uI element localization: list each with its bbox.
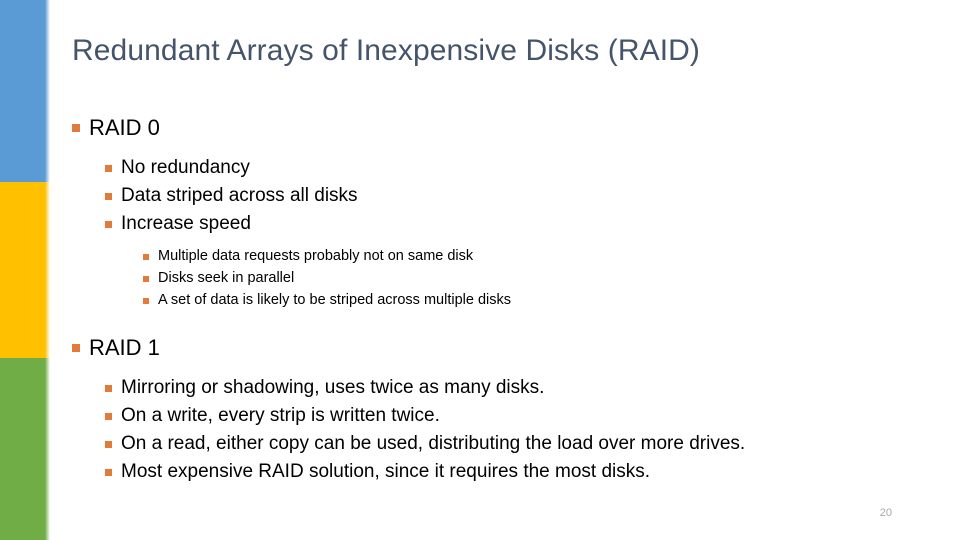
square-bullet-icon: [143, 276, 149, 282]
bullet-label: RAID 1: [89, 335, 160, 360]
bullet-raid0-subpoint-2: A set of data is likely to be striped ac…: [143, 290, 932, 311]
square-bullet-icon: [105, 165, 112, 172]
square-bullet-icon: [105, 413, 112, 420]
bullet-raid1-point-0: Mirroring or shadowing, uses twice as ma…: [105, 374, 932, 402]
bullet-label: A set of data is likely to be striped ac…: [158, 292, 511, 308]
bullet-label: Multiple data requests probably not on s…: [158, 248, 474, 264]
bullet-raid0-subpoint-0: Multiple data requests probably not on s…: [143, 246, 932, 267]
sidebar-green-segment: [0, 358, 50, 540]
bullet-label: RAID 0: [89, 115, 160, 140]
bullet-raid0-point-0: No redundancy: [105, 154, 932, 182]
sidebar-blue-fade: [45, 0, 50, 182]
bullet-label: On a write, every strip is written twice…: [121, 405, 440, 426]
decorative-color-bar: [0, 0, 50, 540]
square-bullet-icon: [143, 254, 149, 260]
square-bullet-icon: [105, 221, 112, 228]
sidebar-yellow-fade: [45, 182, 50, 358]
slide-title: Redundant Arrays of Inexpensive Disks (R…: [72, 34, 700, 67]
bullet-raid1-point-2: On a read, either copy can be used, dist…: [105, 430, 932, 458]
sidebar-green-solid: [0, 358, 45, 540]
bullet-label: Disks seek in parallel: [158, 270, 295, 286]
square-bullet-icon: [72, 124, 80, 132]
bullet-label: Most expensive RAID solution, since it r…: [121, 461, 651, 482]
bullet-label: On a read, either copy can be used, dist…: [121, 433, 746, 454]
square-bullet-icon: [143, 298, 149, 304]
bullet-label: Mirroring or shadowing, uses twice as ma…: [121, 377, 545, 398]
bullet-label: No redundancy: [121, 157, 250, 178]
bullet-raid0-heading: RAID 0: [72, 112, 932, 144]
square-bullet-icon: [72, 344, 80, 352]
square-bullet-icon: [105, 193, 112, 200]
sidebar-yellow-solid: [0, 182, 45, 358]
bullet-label: Data striped across all disks: [121, 185, 358, 206]
bullet-label: Increase speed: [121, 213, 251, 234]
slide-body: RAID 0 No redundancy Data striped across…: [72, 112, 932, 486]
bullet-raid0-point-2: Increase speed: [105, 210, 932, 238]
slide-canvas: Redundant Arrays of Inexpensive Disks (R…: [0, 0, 960, 540]
bullet-raid1-heading: RAID 1: [72, 332, 932, 364]
sidebar-yellow-segment: [0, 182, 50, 358]
sidebar-blue-solid: [0, 0, 45, 182]
bullet-raid0-subpoint-1: Disks seek in parallel: [143, 268, 932, 289]
square-bullet-icon: [105, 441, 112, 448]
sidebar-green-fade: [45, 358, 50, 540]
square-bullet-icon: [105, 469, 112, 476]
bullet-raid1-point-3: Most expensive RAID solution, since it r…: [105, 458, 932, 486]
square-bullet-icon: [105, 385, 112, 392]
bullet-raid0-point-1: Data striped across all disks: [105, 182, 932, 210]
page-number: 20: [879, 507, 892, 519]
bullet-raid1-point-1: On a write, every strip is written twice…: [105, 402, 932, 430]
sidebar-blue-segment: [0, 0, 50, 182]
